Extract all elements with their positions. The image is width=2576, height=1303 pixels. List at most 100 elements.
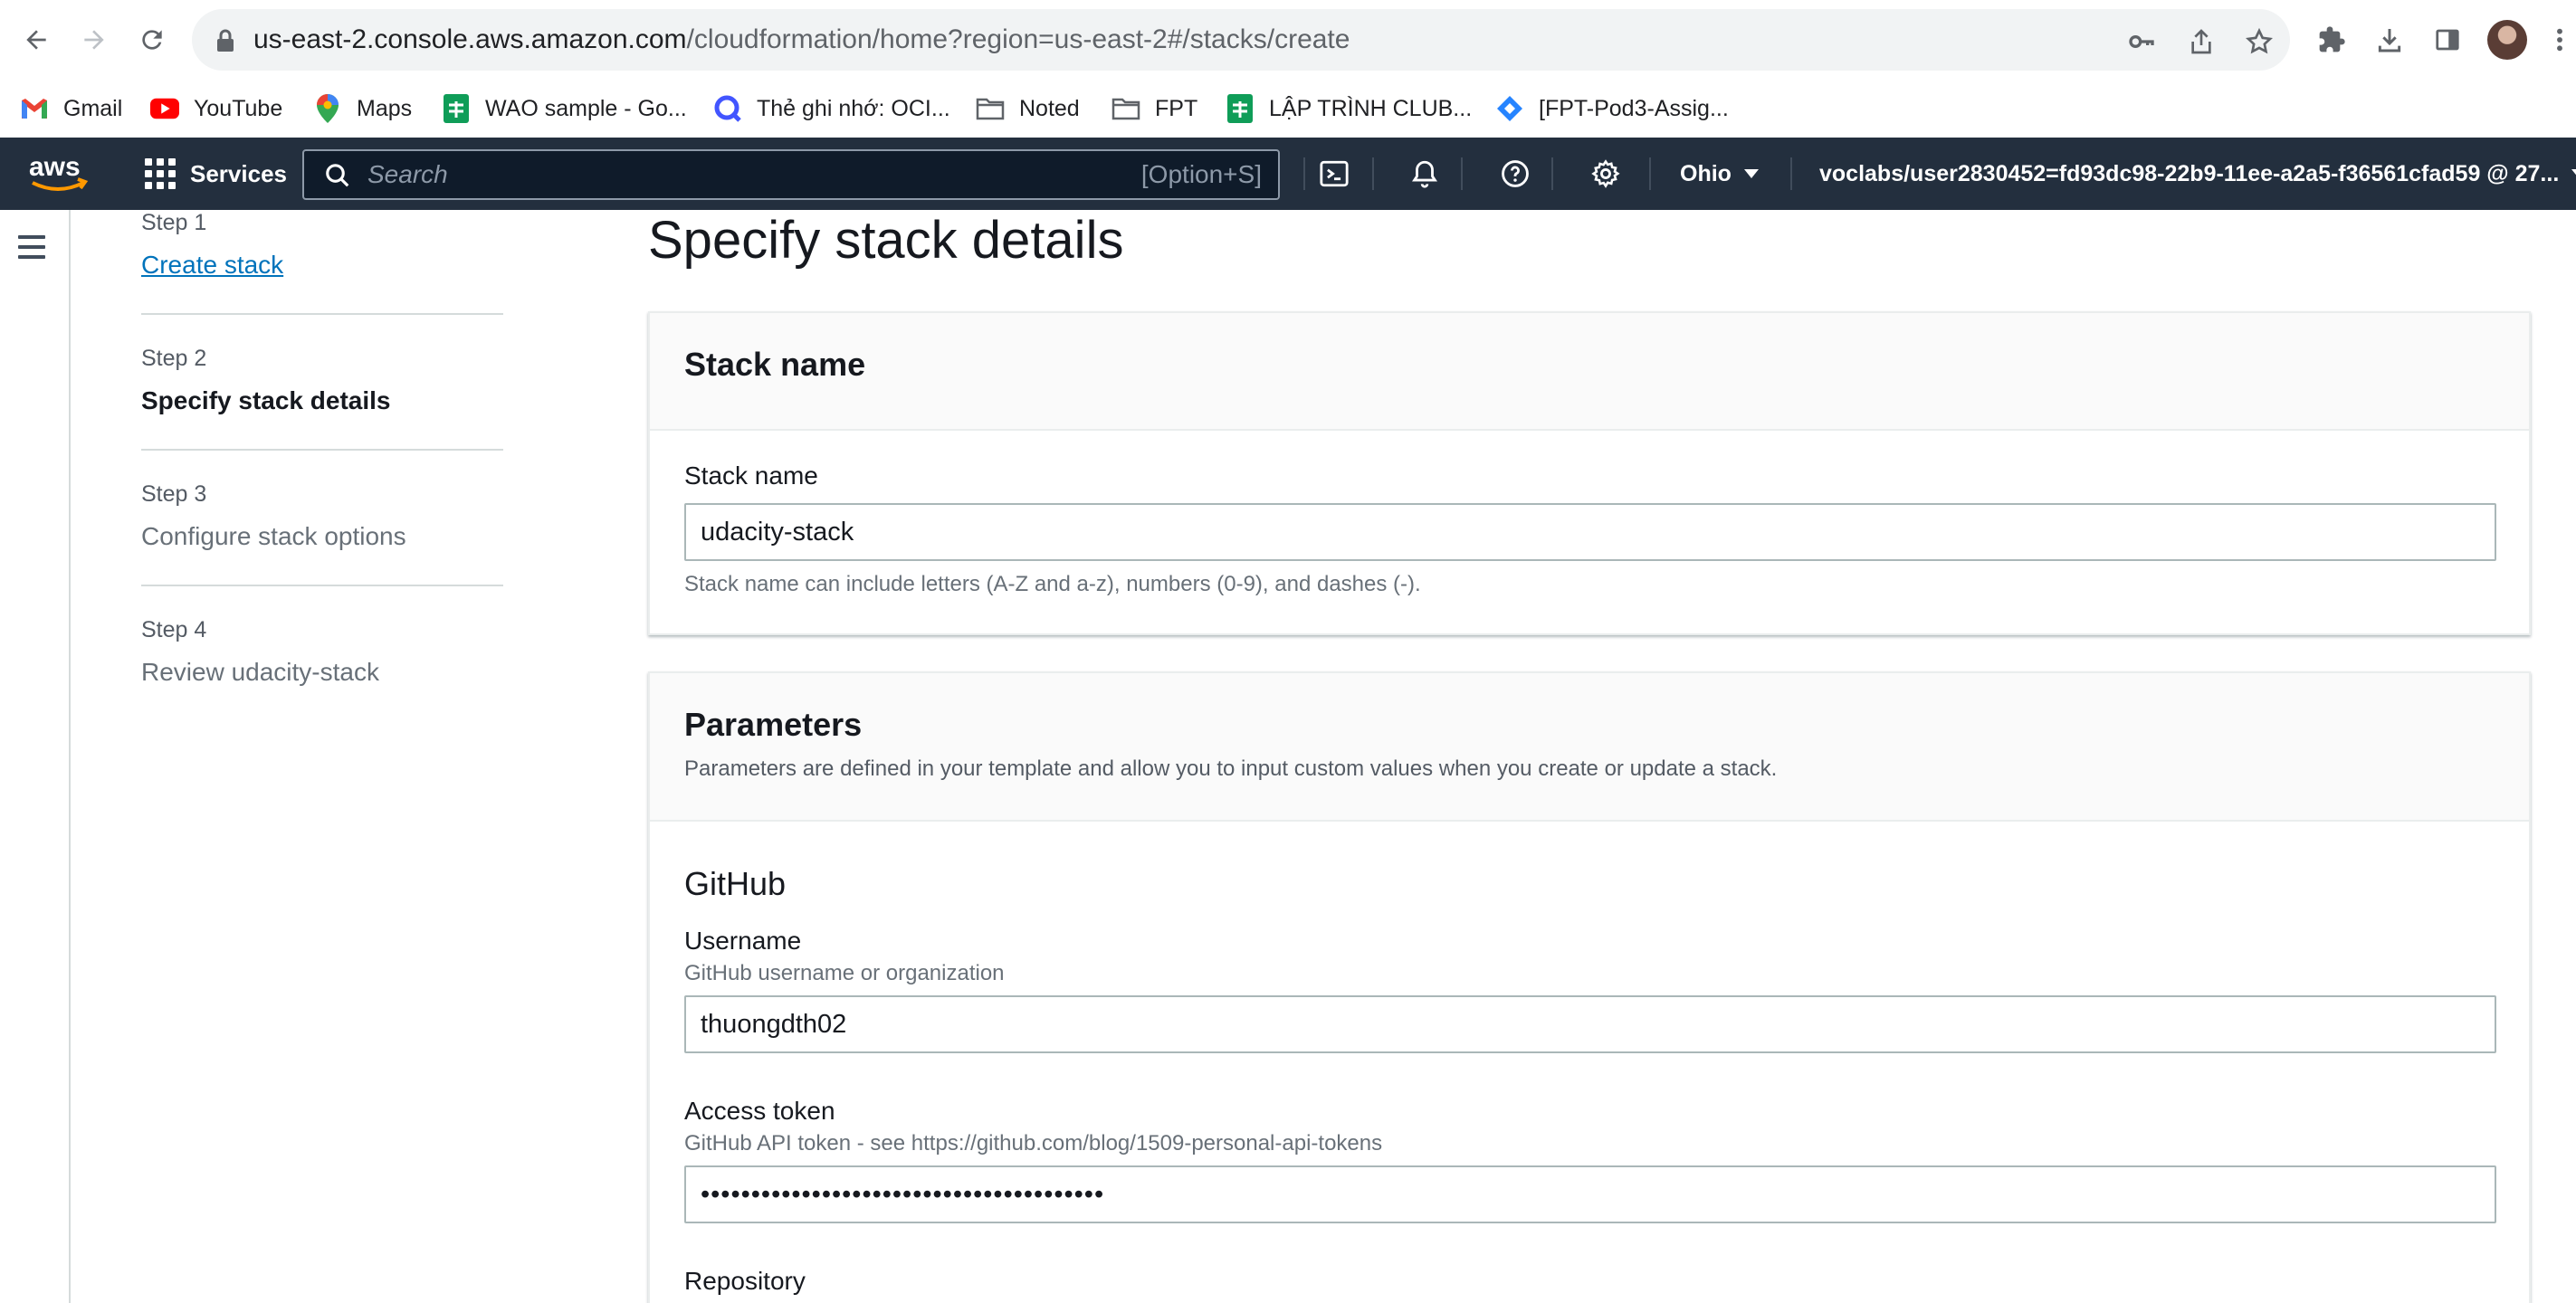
parameter-group-heading: GitHub (684, 865, 787, 902)
caret-down-icon (1743, 169, 1759, 178)
username-field: Username GitHub username or organization… (684, 927, 2496, 1053)
youtube-icon (150, 94, 179, 123)
step-number: Step 2 (141, 346, 207, 371)
parameter-group: GitHub (684, 865, 786, 903)
step-number: Step 1 (141, 210, 207, 235)
bookmark-label: Maps (357, 95, 413, 121)
sheets-icon (442, 94, 471, 123)
step-title: Configure stack options (141, 522, 406, 550)
bookmark-fpt-pod3[interactable]: [FPT-Pod3-Assig... (1495, 89, 1729, 128)
bell-icon[interactable] (1407, 156, 1443, 192)
username-input[interactable]: thuongdth02 (684, 995, 2496, 1053)
field-description: GitHub username or organization (684, 961, 1005, 985)
quizlet-icon (713, 94, 742, 123)
bookmark-label: FPT (1155, 95, 1198, 121)
step-divider (141, 449, 503, 451)
access-token-input[interactable]: •••••••••••••••••••••••••••••••••••••••• (684, 1165, 2496, 1223)
card-header: Stack name (650, 313, 2529, 431)
field-label: Access token (684, 1097, 835, 1125)
address-bar[interactable]: us-east-2.console.aws.amazon.com/cloudfo… (192, 9, 2290, 71)
profile-avatar[interactable] (2487, 20, 2527, 60)
step-number: Step 4 (141, 617, 207, 642)
folder-icon (1111, 94, 1140, 123)
bookmark-quizlet[interactable]: Thẻ ghi nhớ: OCI... (713, 89, 950, 128)
field-label: Stack name (684, 461, 818, 490)
grid-icon (145, 158, 176, 189)
step-link-create-stack[interactable]: Create stack (141, 251, 503, 280)
maps-icon (313, 94, 342, 123)
search-input[interactable]: Search [Option+S] (302, 149, 1280, 200)
services-menu-button[interactable]: Services (145, 138, 287, 210)
bookmark-label: WAO sample - Go... (485, 95, 687, 121)
back-button[interactable] (16, 20, 56, 60)
nav-divider (1372, 157, 1374, 190)
share-icon[interactable] (2187, 27, 2216, 56)
bookmark-maps[interactable]: Maps (313, 89, 412, 128)
svg-text:aws: aws (29, 152, 81, 182)
step-title-current: Specify stack details (141, 386, 391, 414)
gmail-icon (20, 94, 49, 123)
bookmark-gmail[interactable]: Gmail (20, 89, 122, 128)
wizard-step-2: Step 2 Specify stack details (141, 346, 503, 415)
nav-divider (1461, 157, 1463, 190)
jira-icon (1495, 94, 1524, 123)
region-label: Ohio (1680, 160, 1732, 186)
step-divider (141, 313, 503, 315)
bookmark-label: LẬP TRÌNH CLUB... (1269, 95, 1473, 121)
caret-down-icon (2571, 169, 2576, 178)
nav-divider (1790, 157, 1792, 190)
step-title: Review udacity-stack (141, 658, 379, 686)
card-heading: Parameters (684, 706, 863, 743)
card-header: Parameters Parameters are defined in you… (650, 673, 2529, 822)
hamburger-menu-icon[interactable] (18, 235, 45, 265)
url-text: us-east-2.console.aws.amazon.com/cloudfo… (253, 24, 1350, 54)
nav-divider (1649, 157, 1651, 190)
field-constraint: Stack name can include letters (A-Z and … (684, 572, 1421, 596)
cloudshell-icon[interactable] (1316, 156, 1352, 192)
aws-top-nav: aws Services Search [Option+S] Ohio vocl… (0, 138, 2576, 210)
more-menu-icon[interactable] (2540, 20, 2576, 60)
search-placeholder: Search (367, 160, 448, 188)
bookmark-star-icon[interactable] (2245, 27, 2274, 56)
forward-button[interactable] (74, 20, 114, 60)
card-description: Parameters are defined in your template … (684, 756, 1778, 781)
page-title: Specify stack details (648, 211, 1124, 270)
nav-divider (1303, 157, 1305, 190)
field-label: Repository (684, 1267, 806, 1295)
download-icon[interactable] (2370, 20, 2409, 60)
search-icon (324, 162, 351, 194)
bookmark-lap-trinh-club[interactable]: LẬP TRÌNH CLUB... (1226, 89, 1472, 128)
aws-logo[interactable]: aws (27, 152, 91, 195)
side-panel-icon[interactable] (2428, 20, 2467, 60)
region-selector[interactable]: Ohio (1680, 138, 1759, 210)
bookmark-folder-fpt[interactable]: FPT (1111, 89, 1197, 128)
nav-divider (1551, 157, 1553, 190)
settings-gear-icon[interactable] (1588, 156, 1624, 192)
access-token-field: Access token GitHub API token - see http… (684, 1097, 2496, 1223)
key-icon[interactable] (2127, 27, 2156, 56)
bookmark-label: YouTube (194, 95, 283, 121)
bookmark-label: Gmail (63, 95, 123, 121)
stack-name-input[interactable]: udacity-stack (684, 503, 2496, 561)
step-number: Step 3 (141, 481, 207, 507)
wizard-step-3: Step 3 Configure stack options (141, 481, 503, 551)
bookmarks-bar: Gmail YouTube Maps WAO sample - Go... Th… (0, 80, 2576, 138)
browser-toolbar: us-east-2.console.aws.amazon.com/cloudfo… (0, 0, 2576, 80)
bookmark-label: [FPT-Pod3-Assig... (1539, 95, 1729, 121)
stack-name-field: Stack name udacity-stack Stack name can … (684, 461, 2496, 597)
sheets-icon (1226, 94, 1255, 123)
extensions-icon[interactable] (2312, 20, 2352, 60)
wizard-step-4: Step 4 Review udacity-stack (141, 617, 503, 687)
account-label: voclabs/user2830452=fd93dc98-22b9-11ee-a… (1819, 160, 2560, 186)
bookmark-youtube[interactable]: YouTube (150, 89, 282, 128)
bookmark-folder-noted[interactable]: Noted (976, 89, 1080, 128)
card-heading: Stack name (684, 346, 866, 383)
services-label: Services (190, 159, 287, 187)
bookmark-wao-sample[interactable]: WAO sample - Go... (442, 89, 687, 128)
help-icon[interactable] (1497, 156, 1533, 192)
reload-button[interactable] (132, 20, 172, 60)
wizard-step-1: Step 1 Create stack (141, 210, 503, 280)
search-shortcut-hint: [Option+S] (1140, 160, 1262, 188)
bookmark-label: Noted (1019, 95, 1080, 121)
account-menu[interactable]: voclabs/user2830452=fd93dc98-22b9-11ee-a… (1819, 138, 2576, 210)
